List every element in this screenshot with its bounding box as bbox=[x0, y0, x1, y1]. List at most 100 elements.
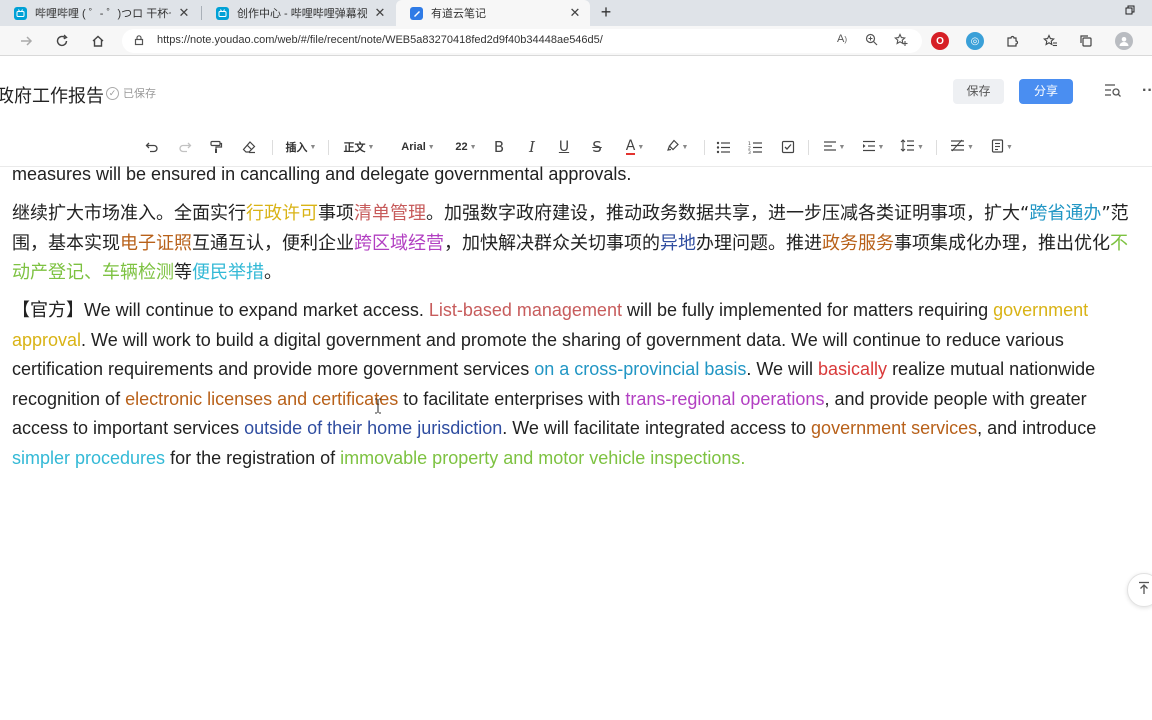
text-run: 等 bbox=[174, 262, 192, 284]
text-run: for the registration of bbox=[165, 447, 341, 468]
strikethrough-icon[interactable]: S bbox=[588, 138, 606, 156]
paragraph-chinese[interactable]: 继续扩大市场准入。全面实行行政许可事项清单管理。加强数字政府建设，推动政务数据共… bbox=[12, 199, 1142, 288]
caret-down-icon: ▼ bbox=[367, 143, 375, 151]
favorites-icon[interactable] bbox=[1041, 32, 1059, 50]
highlighted-term: 清单管理 bbox=[354, 203, 426, 224]
text-run: 互通互认，便利企业 bbox=[192, 232, 354, 254]
outline-search-icon[interactable] bbox=[1103, 82, 1123, 102]
eraser-icon[interactable] bbox=[240, 138, 258, 156]
lock-icon[interactable] bbox=[132, 34, 146, 48]
caret-down-icon: ▼ bbox=[427, 143, 435, 151]
extension-icon[interactable]: ◎ bbox=[966, 32, 984, 50]
block-style-icon bbox=[950, 139, 965, 155]
underline-icon[interactable]: U bbox=[555, 138, 573, 156]
more-options-icon[interactable]: ··· bbox=[1140, 82, 1152, 102]
font-family-dropdown[interactable]: Arial ▼ bbox=[400, 138, 436, 156]
profile-avatar-icon[interactable] bbox=[1115, 32, 1133, 50]
paragraph-english-partial[interactable]: measures will be ensured in cancalling a… bbox=[12, 160, 631, 190]
browser-tab-creator-center[interactable]: 创作中心 - 哔哩哔哩弹幕视频网 ✕ bbox=[202, 0, 395, 26]
forward-arrow-icon[interactable] bbox=[17, 32, 35, 50]
bold-icon[interactable]: B bbox=[490, 138, 508, 156]
text-run: 【官方】We will continue to expand market ac… bbox=[12, 300, 429, 320]
highlighted-term: 电子证照 bbox=[120, 232, 192, 254]
highlighted-term: electronic licenses and certificates bbox=[125, 388, 399, 409]
highlighted-term: on a cross-provincial basis bbox=[534, 359, 747, 380]
highlighted-term: List-based management bbox=[428, 300, 622, 320]
bulleted-list-icon[interactable] bbox=[714, 138, 732, 156]
add-favorite-icon[interactable] bbox=[893, 33, 909, 49]
close-tab-icon[interactable]: ✕ bbox=[373, 5, 387, 21]
saved-status: ✓ 已保存 bbox=[106, 85, 156, 101]
text-run: . We will bbox=[746, 359, 819, 380]
highlighted-term: trans-regional operations bbox=[625, 388, 825, 409]
read-aloud-icon[interactable]: A) bbox=[834, 33, 850, 49]
paragraph-english-official[interactable]: 【官方】We will continue to expand market ac… bbox=[12, 296, 1142, 474]
redo-icon[interactable] bbox=[176, 138, 194, 156]
text-run: 。加强数字政府建设，推动政务数据共享，进一步压减各类证明事项，扩大“ bbox=[426, 203, 1030, 224]
share-button[interactable]: 分享 bbox=[1019, 79, 1073, 104]
highlighted-term: 跨区域经营 bbox=[354, 232, 444, 254]
text-run: 事项集成化办理，推出优化 bbox=[894, 232, 1110, 254]
url-text[interactable]: https://note.youdao.com/web/#/file/recen… bbox=[157, 34, 603, 46]
bilibili-icon bbox=[14, 6, 27, 20]
close-tab-icon[interactable]: ✕ bbox=[177, 5, 191, 21]
text-run: ，加快解决群众关切事项的 bbox=[444, 232, 660, 254]
font-size-dropdown[interactable]: 22 ▼ bbox=[454, 138, 478, 156]
caret-down-icon: ▼ bbox=[469, 143, 477, 151]
highlighted-term: 便民举措 bbox=[192, 262, 264, 284]
highlighted-term: outside of their home jurisdiction bbox=[244, 418, 503, 439]
note-title[interactable]: 政府工作报告 bbox=[0, 82, 104, 108]
restore-window-icon[interactable] bbox=[1121, 4, 1139, 22]
collections-icon[interactable] bbox=[1077, 32, 1095, 50]
highlight-dropdown[interactable]: ▼ bbox=[662, 138, 692, 156]
browser-tab-bilibili[interactable]: 哔哩哔哩 ( ゜- ゜)つロ 干杯~-bilibili ✕ bbox=[0, 0, 199, 26]
indent-dropdown[interactable]: ▼ bbox=[857, 138, 889, 156]
highlighted-term: 跨省通办 bbox=[1029, 203, 1102, 224]
checklist-icon[interactable] bbox=[779, 138, 797, 156]
caret-down-icon: ▼ bbox=[637, 143, 645, 151]
address-bar[interactable]: https://note.youdao.com/web/#/file/recen… bbox=[122, 29, 922, 53]
text-run: 继续扩大市场准入。全面实行 bbox=[12, 203, 246, 224]
text-run: 。 bbox=[264, 262, 282, 284]
new-tab-button[interactable]: + bbox=[596, 3, 616, 23]
undo-icon[interactable] bbox=[143, 138, 161, 156]
italic-icon[interactable]: I bbox=[523, 138, 541, 156]
browser-tab-youdao-note[interactable]: 有道云笔记 ✕ bbox=[396, 0, 590, 26]
align-left-icon bbox=[823, 139, 837, 155]
extensions-puzzle-icon[interactable] bbox=[1003, 32, 1021, 50]
paragraph-style-label: 正文 bbox=[343, 142, 366, 154]
highlighter-icon bbox=[666, 139, 680, 156]
caret-down-icon: ▼ bbox=[877, 143, 885, 151]
toolbar-divider bbox=[272, 140, 273, 155]
caret-down-icon: ▼ bbox=[309, 143, 317, 151]
tab-title: 有道云笔记 bbox=[431, 8, 486, 20]
text-run: 办理问题。推进 bbox=[696, 232, 822, 254]
format-painter-icon[interactable] bbox=[207, 138, 225, 156]
opera-extension-icon[interactable]: O bbox=[931, 32, 949, 50]
insert-label: 插入 bbox=[285, 142, 308, 154]
save-button[interactable]: 保存 bbox=[953, 79, 1004, 104]
home-icon[interactable] bbox=[89, 32, 107, 50]
insert-dropdown[interactable]: 插入 ▼ bbox=[284, 138, 318, 156]
text-run: . We will facilitate integrated access t… bbox=[502, 418, 812, 439]
paragraph-style-dropdown[interactable]: 正文 ▼ bbox=[342, 138, 376, 156]
browser-tab-strip: 哔哩哔哩 ( ゜- ゜)つロ 干杯~-bilibili ✕ 创作中心 - 哔哩哔… bbox=[0, 0, 1152, 26]
caret-down-icon: ▼ bbox=[967, 143, 974, 151]
font-size-label: 22 bbox=[455, 141, 468, 153]
caret-down-icon: ▼ bbox=[917, 143, 924, 151]
zoom-icon[interactable] bbox=[863, 33, 879, 49]
close-tab-icon[interactable]: ✕ bbox=[568, 5, 582, 21]
block-style-dropdown[interactable]: ▼ bbox=[946, 138, 978, 156]
font-color-icon: A bbox=[625, 138, 636, 155]
reload-icon[interactable] bbox=[53, 32, 71, 50]
numbered-list-icon[interactable]: 123 bbox=[746, 138, 764, 156]
back-to-top-button[interactable] bbox=[1127, 573, 1152, 607]
saved-status-label: 已保存 bbox=[123, 88, 156, 100]
font-color-dropdown[interactable]: A ▼ bbox=[620, 138, 650, 156]
highlighted-term: simpler procedures bbox=[12, 447, 166, 468]
font-family-label: Arial bbox=[401, 141, 426, 153]
caret-down-icon: ▼ bbox=[681, 143, 689, 151]
template-dropdown[interactable]: ▼ bbox=[987, 138, 1017, 156]
align-dropdown[interactable]: ▼ bbox=[818, 138, 850, 156]
line-spacing-dropdown[interactable]: ▼ bbox=[896, 138, 928, 156]
